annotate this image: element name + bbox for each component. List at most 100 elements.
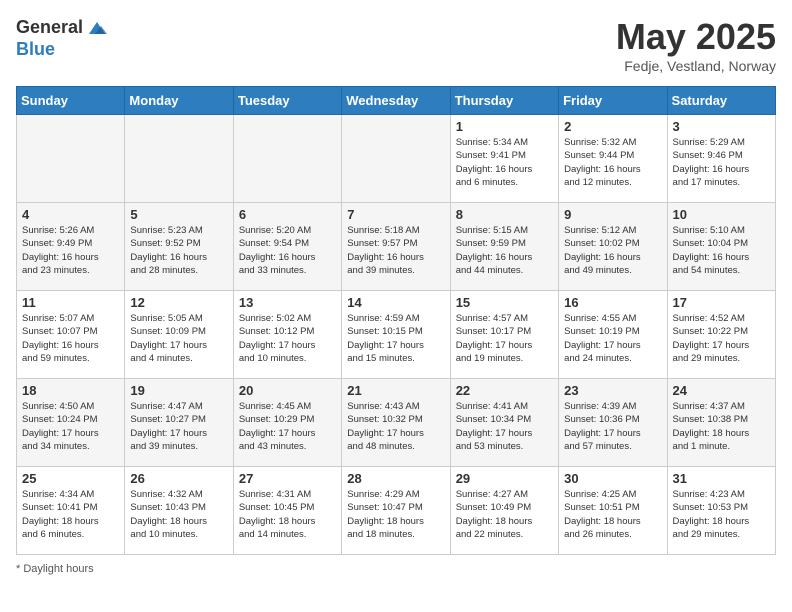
calendar-cell: 4 Sunrise: 5:26 AM Sunset: 9:49 PM Daylig… [17,203,125,291]
calendar-cell: 18 Sunrise: 4:50 AM Sunset: 10:24 PM Dayl… [17,379,125,467]
day-number: 8 [456,207,553,222]
day-number: 21 [347,383,444,398]
day-number: 12 [130,295,227,310]
calendar-cell: 16Sunrise: 4:55 AM Sunset: 10:19 PM Dayl… [559,291,667,379]
calendar-cell: 8 Sunrise: 5:15 AM Sunset: 9:59 PM Daylig… [450,203,558,291]
day-number: 15 [456,295,553,310]
day-info: Sunrise: 5:15 AM Sunset: 9:59 PM Dayligh… [456,224,553,277]
title-section: May 2025 Fedje, Vestland, Norway [616,16,776,74]
day-info: Sunrise: 5:26 AM Sunset: 9:49 PM Dayligh… [22,224,119,277]
col-header-monday: Monday [125,87,233,115]
day-info: Sunrise: 4:43 AM Sunset: 10:32 PM Daylig… [347,400,444,453]
calendar-cell: 6 Sunrise: 5:20 AM Sunset: 9:54 PM Daylig… [233,203,341,291]
day-info: Sunrise: 4:25 AM Sunset: 10:51 PM Daylig… [564,488,661,541]
calendar-cell: 27 Sunrise: 4:31 AM Sunset: 10:45 PM Dayl… [233,467,341,555]
day-number: 1 [456,119,553,134]
calendar-cell: 12 Sunrise: 5:05 AM Sunset: 10:09 PM Dayl… [125,291,233,379]
calendar-cell [233,115,341,203]
col-header-thursday: Thursday [450,87,558,115]
calendar-week-row: 4 Sunrise: 5:26 AM Sunset: 9:49 PM Daylig… [17,203,776,291]
day-info: Sunrise: 5:23 AM Sunset: 9:52 PM Dayligh… [130,224,227,277]
day-number: 14 [347,295,444,310]
day-info: Sunrise: 4:32 AM Sunset: 10:43 PM Daylig… [130,488,227,541]
day-info: Sunrise: 4:50 AM Sunset: 10:24 PM Daylig… [22,400,119,453]
col-header-tuesday: Tuesday [233,87,341,115]
day-number: 27 [239,471,336,486]
day-number: 11 [22,295,119,310]
calendar-cell: 2Sunrise: 5:32 AM Sunset: 9:44 PM Daylig… [559,115,667,203]
calendar-cell: 15Sunrise: 4:57 AM Sunset: 10:17 PM Dayl… [450,291,558,379]
calendar-cell: 11 Sunrise: 5:07 AM Sunset: 10:07 PM Dayl… [17,291,125,379]
day-info: Sunrise: 5:32 AM Sunset: 9:44 PM Dayligh… [564,136,661,189]
calendar-cell: 9 Sunrise: 5:12 AM Sunset: 10:02 PM Dayli… [559,203,667,291]
day-number: 4 [22,207,119,222]
day-info: Sunrise: 5:02 AM Sunset: 10:12 PM Daylig… [239,312,336,365]
calendar-week-row: 11 Sunrise: 5:07 AM Sunset: 10:07 PM Dayl… [17,291,776,379]
day-number: 31 [673,471,770,486]
day-number: 29 [456,471,553,486]
day-info: Sunrise: 5:12 AM Sunset: 10:02 PM Daylig… [564,224,661,277]
day-info: Sunrise: 4:37 AM Sunset: 10:38 PM Daylig… [673,400,770,453]
day-number: 9 [564,207,661,222]
calendar-cell: 3 Sunrise: 5:29 AM Sunset: 9:46 PM Daylig… [667,115,775,203]
calendar-cell [342,115,450,203]
day-info: Sunrise: 4:29 AM Sunset: 10:47 PM Daylig… [347,488,444,541]
day-info: Sunrise: 5:07 AM Sunset: 10:07 PM Daylig… [22,312,119,365]
day-number: 23 [564,383,661,398]
day-number: 25 [22,471,119,486]
calendar-table: SundayMondayTuesdayWednesdayThursdayFrid… [16,86,776,555]
calendar-cell: 30 Sunrise: 4:25 AM Sunset: 10:51 PM Dayl… [559,467,667,555]
day-number: 24 [673,383,770,398]
calendar-cell: 7 Sunrise: 5:18 AM Sunset: 9:57 PM Daylig… [342,203,450,291]
day-number: 19 [130,383,227,398]
day-number: 26 [130,471,227,486]
day-number: 3 [673,119,770,134]
day-info: Sunrise: 5:10 AM Sunset: 10:04 PM Daylig… [673,224,770,277]
day-info: Sunrise: 4:34 AM Sunset: 10:41 PM Daylig… [22,488,119,541]
day-info: Sunrise: 5:29 AM Sunset: 9:46 PM Dayligh… [673,136,770,189]
col-header-wednesday: Wednesday [342,87,450,115]
calendar-cell: 31 Sunrise: 4:23 AM Sunset: 10:53 PM Dayl… [667,467,775,555]
footer-note: * Daylight hours [16,563,776,575]
calendar-cell: 25 Sunrise: 4:34 AM Sunset: 10:41 PM Dayl… [17,467,125,555]
day-number: 28 [347,471,444,486]
day-info: Sunrise: 4:39 AM Sunset: 10:36 PM Daylig… [564,400,661,453]
day-info: Sunrise: 5:34 AM Sunset: 9:41 PM Dayligh… [456,136,553,189]
day-info: Sunrise: 4:59 AM Sunset: 10:15 PM Daylig… [347,312,444,365]
day-info: Sunrise: 4:23 AM Sunset: 10:53 PM Daylig… [673,488,770,541]
col-header-sunday: Sunday [17,87,125,115]
calendar-week-row: 18 Sunrise: 4:50 AM Sunset: 10:24 PM Dayl… [17,379,776,467]
day-info: Sunrise: 4:31 AM Sunset: 10:45 PM Daylig… [239,488,336,541]
calendar-cell: 22Sunrise: 4:41 AM Sunset: 10:34 PM Dayl… [450,379,558,467]
calendar-cell: 23 Sunrise: 4:39 AM Sunset: 10:36 PM Dayl… [559,379,667,467]
calendar-week-row: 25 Sunrise: 4:34 AM Sunset: 10:41 PM Dayl… [17,467,776,555]
day-number: 30 [564,471,661,486]
day-info: Sunrise: 4:55 AM Sunset: 10:19 PM Daylig… [564,312,661,365]
calendar-week-row: 1 Sunrise: 5:34 AM Sunset: 9:41 PM Daylig… [17,115,776,203]
calendar-cell: 17Sunrise: 4:52 AM Sunset: 10:22 PM Dayl… [667,291,775,379]
logo-icon [85,16,109,40]
logo-general-text: General [16,18,83,38]
day-info: Sunrise: 5:20 AM Sunset: 9:54 PM Dayligh… [239,224,336,277]
day-number: 18 [22,383,119,398]
col-header-friday: Friday [559,87,667,115]
day-number: 7 [347,207,444,222]
day-number: 6 [239,207,336,222]
calendar-cell: 14 Sunrise: 4:59 AM Sunset: 10:15 PM Dayl… [342,291,450,379]
logo: General Blue [16,16,109,60]
day-info: Sunrise: 4:27 AM Sunset: 10:49 PM Daylig… [456,488,553,541]
day-info: Sunrise: 4:47 AM Sunset: 10:27 PM Daylig… [130,400,227,453]
day-number: 20 [239,383,336,398]
day-info: Sunrise: 4:45 AM Sunset: 10:29 PM Daylig… [239,400,336,453]
location: Fedje, Vestland, Norway [616,58,776,74]
day-info: Sunrise: 4:41 AM Sunset: 10:34 PM Daylig… [456,400,553,453]
calendar-cell: 20 Sunrise: 4:45 AM Sunset: 10:29 PM Dayl… [233,379,341,467]
day-number: 10 [673,207,770,222]
day-number: 13 [239,295,336,310]
day-info: Sunrise: 5:05 AM Sunset: 10:09 PM Daylig… [130,312,227,365]
day-info: Sunrise: 5:18 AM Sunset: 9:57 PM Dayligh… [347,224,444,277]
calendar-cell: 26 Sunrise: 4:32 AM Sunset: 10:43 PM Dayl… [125,467,233,555]
calendar-cell: 5Sunrise: 5:23 AM Sunset: 9:52 PM Daylig… [125,203,233,291]
calendar-header-row: SundayMondayTuesdayWednesdayThursdayFrid… [17,87,776,115]
calendar-cell [125,115,233,203]
